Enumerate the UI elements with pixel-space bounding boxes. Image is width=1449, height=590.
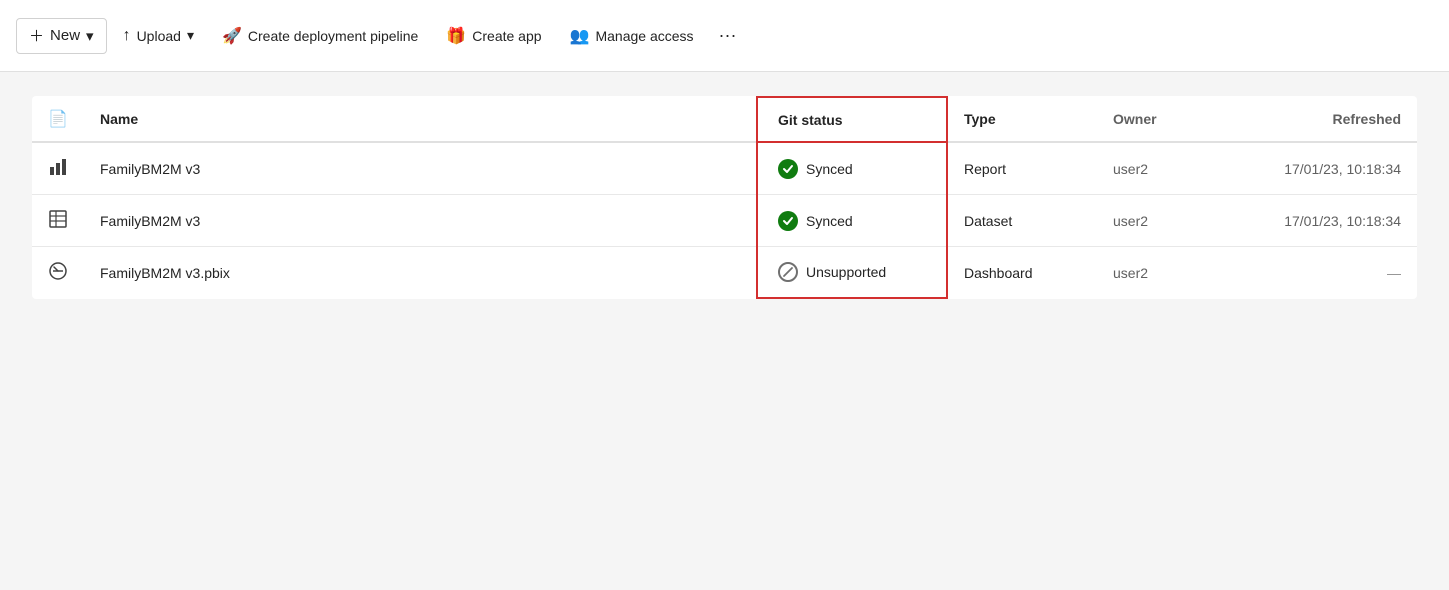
row-type: Dashboard <box>947 247 1097 299</box>
items-table-container: 📄 Name Git status Type Owner Refreshed F… <box>32 96 1417 299</box>
row-git-status: Unsupported <box>757 247 947 299</box>
create-pipeline-button[interactable]: 🚀 Create deployment pipeline <box>210 18 430 54</box>
upload-label: Upload <box>137 28 181 44</box>
row-name: FamilyBM2M v3 <box>84 142 757 195</box>
toolbar: ＋ New ▾ ↑ Upload ▾ 🚀 Create deployment p… <box>0 0 1449 72</box>
table-row[interactable]: FamilyBM2M v3.pbix Unsupported Dashboard… <box>32 247 1417 299</box>
col-header-refreshed: Refreshed <box>1217 97 1417 142</box>
pipeline-label: Create deployment pipeline <box>248 28 418 44</box>
app-label: Create app <box>472 28 541 44</box>
git-status-label: Synced <box>806 161 853 177</box>
app-icon: 🎁 <box>446 26 466 46</box>
col-header-owner: Owner <box>1097 97 1217 142</box>
col-header-type: Type <box>947 97 1097 142</box>
main-content: 📄 Name Git status Type Owner Refreshed F… <box>0 72 1449 590</box>
table-row[interactable]: FamilyBM2M v3 Synced Datasetuser217/01/2… <box>32 195 1417 247</box>
table-header-row: 📄 Name Git status Type Owner Refreshed <box>32 97 1417 142</box>
new-button[interactable]: ＋ New ▾ <box>16 18 107 54</box>
git-status-label: Unsupported <box>806 264 886 280</box>
col-header-name: Name <box>84 97 757 142</box>
upload-button[interactable]: ↑ Upload ▾ <box>111 18 206 54</box>
col-header-icon: 📄 <box>32 97 84 142</box>
git-status-label: Synced <box>806 213 853 229</box>
synced-icon <box>778 159 798 179</box>
manage-access-button[interactable]: 👥 Manage access <box>558 18 706 54</box>
row-type-icon <box>32 195 84 247</box>
row-name: FamilyBM2M v3 <box>84 195 757 247</box>
table-row[interactable]: FamilyBM2M v3 Synced Reportuser217/01/23… <box>32 142 1417 195</box>
row-name: FamilyBM2M v3.pbix <box>84 247 757 299</box>
row-type-icon <box>32 247 84 299</box>
synced-icon <box>778 211 798 231</box>
row-owner: user2 <box>1097 195 1217 247</box>
plus-icon: ＋ <box>29 25 44 46</box>
new-label: New <box>50 27 80 44</box>
col-header-git-status: Git status <box>757 97 947 142</box>
pipeline-icon: 🚀 <box>222 26 242 46</box>
new-chevron-icon: ▾ <box>86 27 94 45</box>
row-type: Report <box>947 142 1097 195</box>
row-owner: user2 <box>1097 142 1217 195</box>
row-git-status: Synced <box>757 195 947 247</box>
unsupported-icon <box>778 262 798 282</box>
row-refreshed: — <box>1217 247 1417 299</box>
file-icon: 📄 <box>48 111 68 128</box>
items-table: 📄 Name Git status Type Owner Refreshed F… <box>32 96 1417 299</box>
upload-chevron-icon: ▾ <box>187 27 194 44</box>
more-icon: ··· <box>719 25 737 46</box>
manage-icon: 👥 <box>570 26 590 46</box>
row-type: Dataset <box>947 195 1097 247</box>
row-owner: user2 <box>1097 247 1217 299</box>
create-app-button[interactable]: 🎁 Create app <box>434 18 553 54</box>
manage-label: Manage access <box>595 28 693 44</box>
row-git-status: Synced <box>757 142 947 195</box>
upload-icon: ↑ <box>123 27 131 45</box>
row-refreshed: 17/01/23, 10:18:34 <box>1217 195 1417 247</box>
row-type-icon <box>32 142 84 195</box>
row-refreshed: 17/01/23, 10:18:34 <box>1217 142 1417 195</box>
more-options-button[interactable]: ··· <box>710 18 746 54</box>
